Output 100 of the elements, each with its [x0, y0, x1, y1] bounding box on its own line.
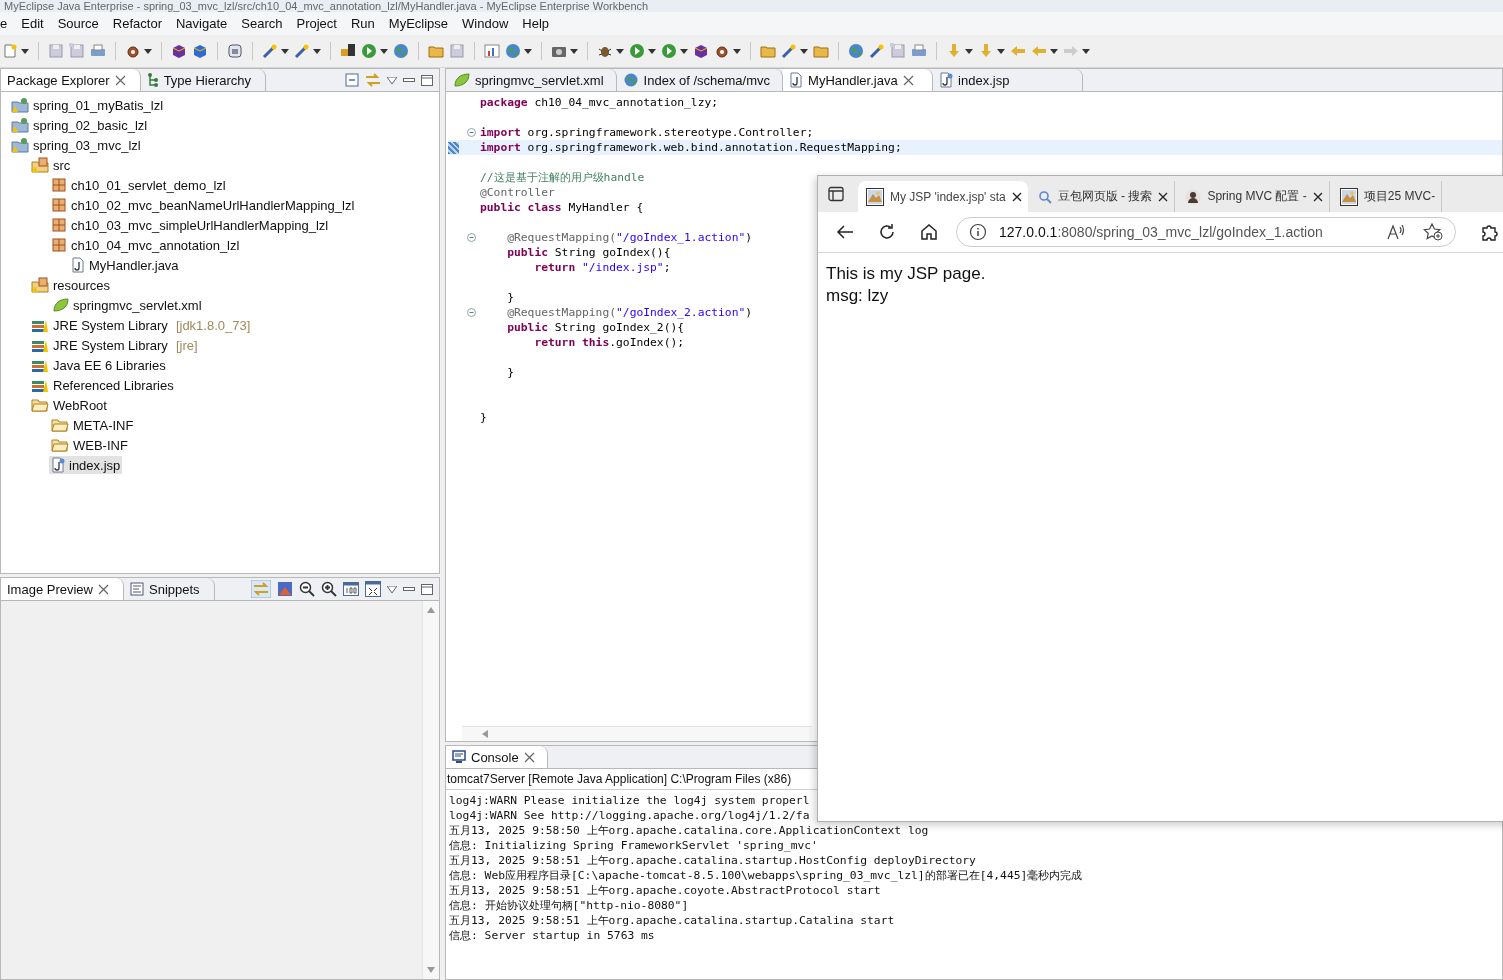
caret-icon[interactable] — [616, 48, 624, 54]
caret-icon[interactable] — [21, 48, 29, 54]
maximize-icon[interactable] — [421, 74, 433, 86]
home-icon[interactable] — [920, 223, 938, 241]
caret-icon[interactable] — [965, 48, 973, 54]
caret-icon[interactable] — [524, 48, 532, 54]
tree-item[interactable]: spring_01_myBatis_lzl — [9, 96, 166, 114]
cube-icon[interactable] — [171, 43, 187, 59]
minimize-icon[interactable] — [403, 78, 415, 82]
tree-item[interactable]: src — [29, 156, 73, 174]
back-icon[interactable] — [836, 224, 854, 240]
minimize-icon[interactable] — [403, 587, 415, 591]
tree-item[interactable]: Referenced Libraries — [29, 376, 176, 394]
editor-tab[interactable]: index.jsp — [933, 69, 1084, 91]
run-icon[interactable] — [361, 43, 377, 59]
read-aloud-icon[interactable] — [1387, 224, 1405, 240]
tree-item[interactable]: WebRoot — [29, 396, 109, 414]
scroll-up-icon[interactable] — [427, 607, 435, 613]
caret-icon[interactable] — [1050, 48, 1058, 54]
cube-icon[interactable] — [192, 43, 208, 59]
scrollbar[interactable] — [462, 726, 812, 741]
image-icon[interactable] — [277, 581, 293, 597]
browser-tab[interactable]: 豆包网页版 - 搜索 — [1029, 181, 1176, 212]
wand-icon[interactable] — [294, 43, 310, 59]
caret-icon[interactable] — [800, 48, 808, 54]
tree-item[interactable]: WEB-INF — [49, 436, 130, 454]
tree-item[interactable]: index.jsp — [49, 456, 123, 474]
view-tab[interactable]: Package Explorer — [1, 69, 141, 91]
database-icon[interactable] — [227, 43, 243, 59]
scrollbar[interactable] — [422, 601, 439, 979]
browser-tab[interactable]: My JSP 'index.jsp' sta — [858, 181, 1028, 212]
browser-tab[interactable]: Spring MVC 配置 - — [1177, 181, 1330, 212]
caret-icon[interactable] — [313, 48, 321, 54]
browser-tab[interactable]: 项目25 MVC- — [1331, 181, 1443, 212]
menu-item[interactable]: Project — [289, 16, 344, 31]
gear-icon[interactable] — [714, 43, 730, 59]
caret-icon[interactable] — [570, 48, 578, 54]
close-icon[interactable] — [1158, 191, 1169, 202]
globe-icon[interactable] — [848, 43, 864, 59]
caret-icon[interactable] — [281, 48, 289, 54]
fold-icon[interactable] — [466, 308, 476, 317]
fit-icon[interactable] — [365, 581, 381, 597]
zoom-in-icon[interactable] — [321, 581, 337, 597]
tree-item[interactable]: ch10_03_mvc_simpleUrlHandlerMapping_lzl — [49, 216, 331, 234]
caret-icon[interactable] — [733, 48, 741, 54]
caret-icon[interactable] — [144, 48, 152, 54]
close-icon[interactable] — [1312, 191, 1323, 202]
caret-icon[interactable] — [1082, 48, 1090, 54]
tree-item[interactable]: spring_03_mvc_lzl — [9, 136, 143, 154]
menu-item[interactable]: MyEclipse — [381, 16, 456, 31]
reload-icon[interactable] — [878, 223, 896, 241]
actual-size-icon[interactable] — [343, 582, 359, 596]
fold-icon[interactable] — [466, 128, 476, 137]
caret-icon[interactable] — [997, 48, 1005, 54]
view-tab[interactable]: Image Preview — [1, 578, 124, 600]
wand-icon[interactable] — [869, 43, 885, 59]
zoom-out-icon[interactable] — [299, 581, 315, 597]
scroll-left-icon[interactable] — [482, 730, 488, 738]
run-icon[interactable] — [661, 43, 677, 59]
tree-item[interactable]: resources — [29, 276, 113, 294]
info-icon[interactable] — [969, 223, 987, 241]
print-icon[interactable] — [90, 43, 106, 59]
caret-icon[interactable] — [380, 48, 388, 54]
tree-item[interactable]: MyHandler.java — [69, 256, 181, 274]
tree-item[interactable]: ch10_04_mvc_annotation_lzl — [49, 236, 242, 254]
caret-icon[interactable] — [648, 48, 656, 54]
collapse-all-icon[interactable] — [345, 73, 359, 87]
menu-item[interactable]: Help — [515, 16, 557, 31]
menu-item[interactable]: Refactor — [105, 16, 169, 31]
tree-item[interactable]: springmvc_servlet.xml — [49, 296, 204, 314]
menu-item[interactable]: e — [0, 16, 15, 31]
globe-icon[interactable] — [393, 43, 409, 59]
console-tab[interactable]: Console — [446, 746, 548, 768]
tree-item[interactable]: Java EE 6 Libraries — [29, 356, 168, 374]
maximize-icon[interactable] — [421, 583, 433, 595]
close-icon[interactable] — [1011, 191, 1022, 202]
tree-item[interactable]: JRE System Library [jre] — [29, 336, 200, 354]
tree-item[interactable]: META-INF — [49, 416, 136, 434]
editor-tab[interactable]: springmvc_servlet.xml — [446, 69, 617, 91]
view-menu-icon[interactable] — [387, 76, 397, 84]
gear-icon[interactable] — [125, 43, 141, 59]
cube-icon[interactable] — [693, 43, 709, 59]
view-menu-icon[interactable] — [387, 585, 397, 593]
tree-item[interactable]: JRE System Library [jdk1.8.0_73] — [29, 316, 253, 334]
menu-item[interactable]: Search — [234, 16, 290, 31]
caret-icon[interactable] — [680, 48, 688, 54]
scroll-down-icon[interactable] — [427, 967, 435, 973]
menu-item[interactable]: Window — [455, 16, 516, 31]
chart-icon[interactable] — [484, 43, 500, 59]
wand-icon[interactable] — [781, 43, 797, 59]
menu-item[interactable]: Navigate — [169, 16, 235, 31]
wand-icon[interactable] — [262, 43, 278, 59]
editor-tab[interactable]: MyHandler.java — [783, 69, 934, 91]
menu-item[interactable]: Edit — [14, 16, 51, 31]
tree-item[interactable]: ch10_02_mvc_beanNameUrlHandlerMapping_lzl — [49, 196, 357, 214]
tab-actions-icon[interactable] — [828, 186, 844, 202]
favorite-icon[interactable] — [1423, 223, 1443, 241]
menu-item[interactable]: Run — [343, 16, 382, 31]
server-icon[interactable] — [340, 43, 356, 59]
view-tab[interactable]: Snippets — [124, 578, 215, 600]
